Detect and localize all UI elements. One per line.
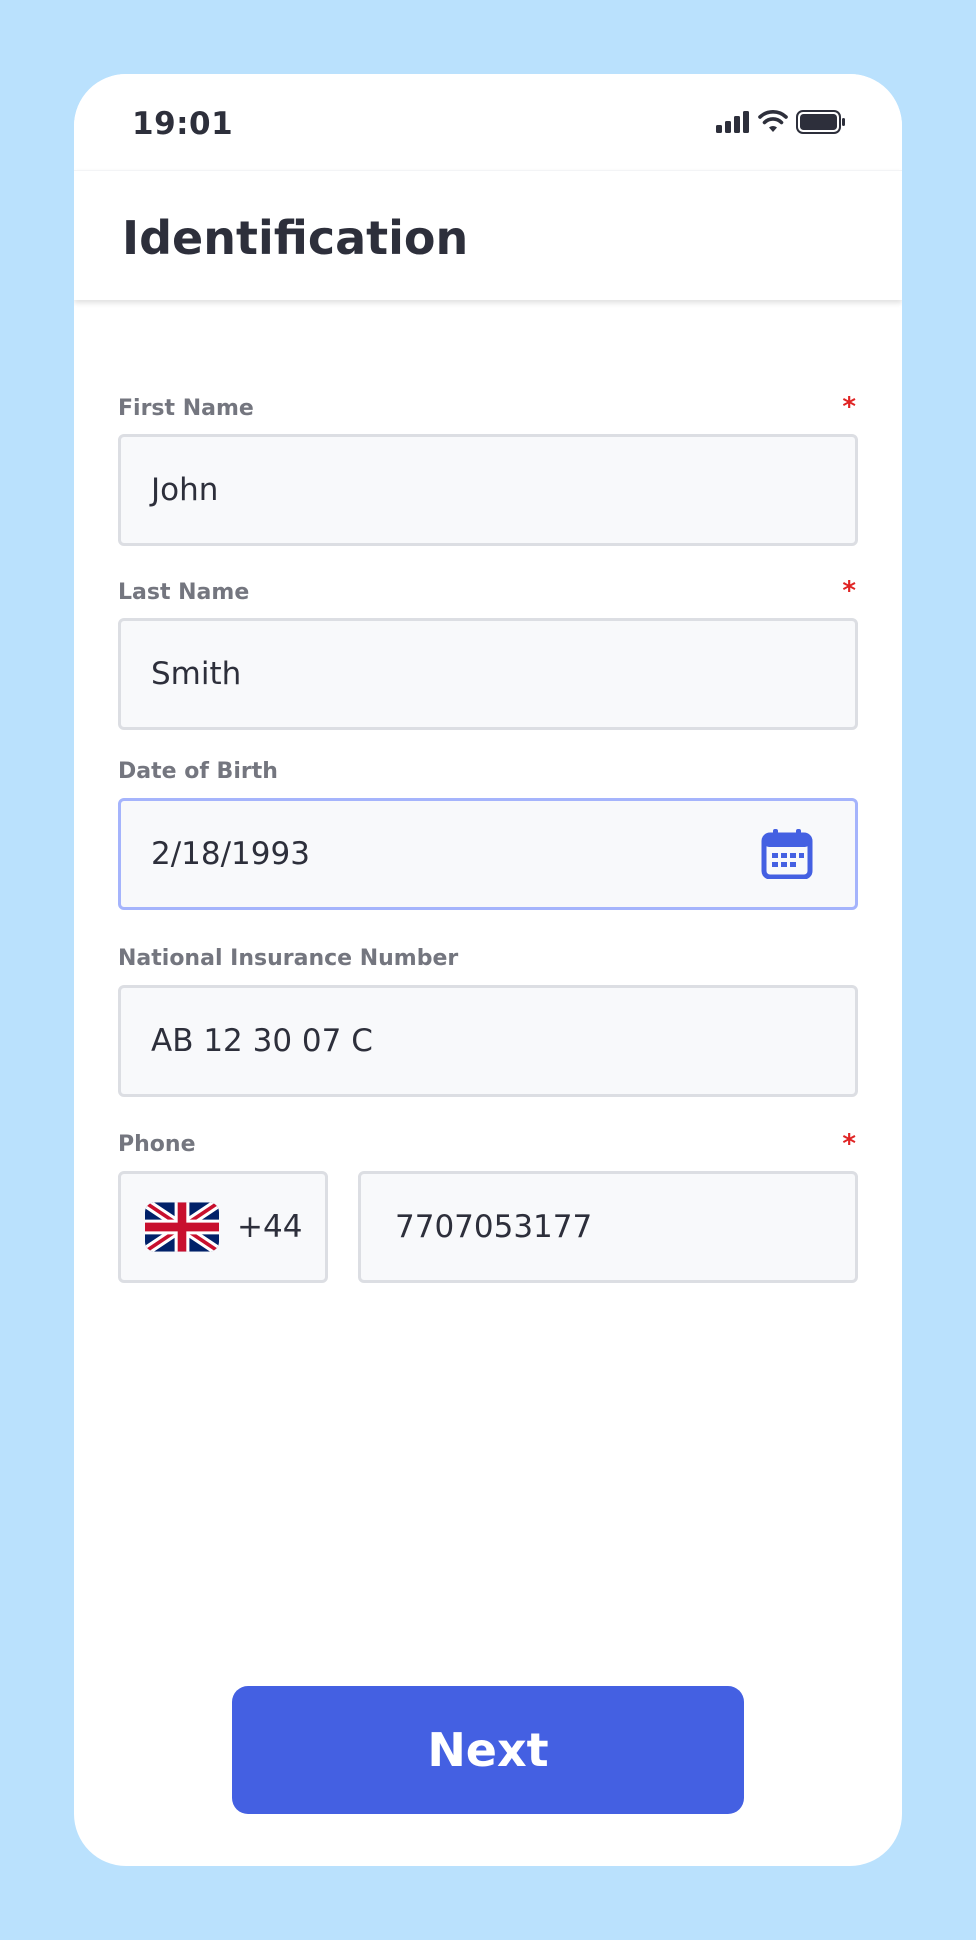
first-name-label: First Name xyxy=(118,396,254,421)
dob-value: 2/18/1993 xyxy=(151,836,310,872)
status-bar: 19:01 xyxy=(74,74,902,170)
calendar-icon[interactable] xyxy=(761,829,813,879)
phone-number-value: 7707053177 xyxy=(395,1209,593,1245)
uk-flag-icon xyxy=(145,1202,219,1252)
last-name-value: Smith xyxy=(151,656,242,692)
first-name-input[interactable]: John xyxy=(118,434,858,546)
dob-label: Date of Birth xyxy=(118,759,278,784)
nin-value: AB 12 30 07 C xyxy=(151,1023,373,1059)
signal-icon xyxy=(716,111,749,133)
dob-input[interactable]: 2/18/1993 xyxy=(118,798,858,910)
first-name-value: John xyxy=(151,472,219,508)
country-code: +44 xyxy=(237,1209,303,1245)
phone-number-input[interactable]: 7707053177 xyxy=(358,1171,858,1283)
last-name-label: Last Name xyxy=(118,580,250,605)
last-name-input[interactable]: Smith xyxy=(118,618,858,730)
phone-label: Phone xyxy=(118,1132,196,1157)
country-code-selector[interactable]: +44 xyxy=(118,1171,328,1283)
phone-required-mark: * xyxy=(842,1129,856,1159)
nin-input[interactable]: AB 12 30 07 C xyxy=(118,985,858,1097)
app-background: 19:01 Identification First Name * John L… xyxy=(0,0,976,1940)
page-header: Identification xyxy=(74,170,902,300)
status-time: 19:01 xyxy=(132,106,234,142)
last-name-required-mark: * xyxy=(842,576,856,606)
phone-screen: 19:01 Identification First Name * John L… xyxy=(74,74,902,1866)
status-icons xyxy=(716,108,846,136)
wifi-icon xyxy=(758,110,788,132)
next-button[interactable]: Next xyxy=(232,1686,744,1814)
page-title: Identification xyxy=(122,211,469,265)
nin-label: National Insurance Number xyxy=(118,946,459,971)
battery-icon xyxy=(796,110,845,134)
first-name-required-mark: * xyxy=(842,392,856,422)
